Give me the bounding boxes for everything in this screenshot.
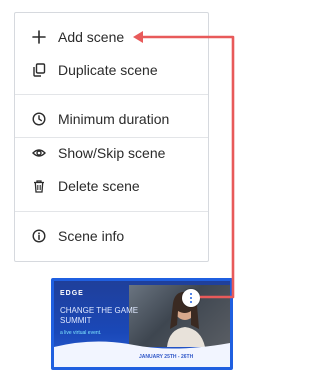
menu-item-label: Duplicate scene (58, 62, 158, 78)
thumbnail-title-line1: CHANGE THE GAME (60, 306, 139, 315)
thumbnail-title: CHANGE THE GAME SUMMIT (60, 306, 138, 326)
menu-divider (15, 211, 208, 212)
thumbnail-title-line2: SUMMIT (60, 316, 92, 325)
menu-item-label: Show/Skip scene (58, 145, 166, 161)
menu-item-label: Scene info (58, 228, 125, 244)
menu-item-scene-info[interactable]: Scene info (15, 222, 208, 250)
info-icon (32, 229, 46, 243)
plus-icon (32, 30, 46, 44)
kebab-menu-icon[interactable] (182, 289, 200, 307)
menu-divider (15, 94, 208, 95)
thumbnail-brand: EDGE (60, 290, 84, 297)
menu-item-label: Add scene (58, 29, 125, 45)
menu-divider (15, 137, 208, 138)
menu-item-delete-scene[interactable]: Delete scene (15, 172, 208, 200)
thumbnail-subtitle: a live virtual event. (60, 330, 102, 336)
thumbnail-date: JANUARY 25TH - 26TH (139, 354, 194, 360)
scene-thumbnail[interactable]: EDGE CHANGE THE GAME SUMMIT a live virtu… (51, 278, 233, 370)
menu-item-label: Delete scene (58, 178, 140, 194)
menu-item-add-scene[interactable]: Add scene (15, 23, 208, 51)
duplicate-icon (32, 63, 46, 77)
menu-item-label: Minimum duration (58, 111, 170, 127)
eye-icon (32, 146, 46, 160)
clock-icon (32, 112, 46, 126)
trash-icon (32, 179, 46, 193)
scene-context-menu: Add scene Duplicate scene Minimum durati… (14, 12, 209, 262)
menu-item-show-skip-scene[interactable]: Show/Skip scene (15, 139, 208, 167)
menu-item-duplicate-scene[interactable]: Duplicate scene (15, 56, 208, 84)
menu-item-minimum-duration[interactable]: Minimum duration (15, 105, 208, 133)
